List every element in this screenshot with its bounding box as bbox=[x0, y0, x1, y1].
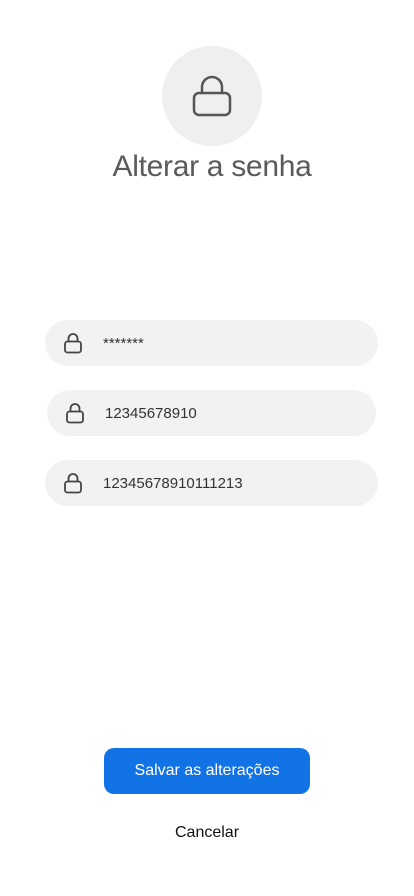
lock-icon bbox=[192, 75, 232, 117]
confirm-password-field[interactable] bbox=[45, 460, 378, 506]
lock-icon bbox=[45, 332, 101, 354]
new-password-input[interactable] bbox=[105, 390, 365, 436]
page-title: Alterar a senha bbox=[112, 150, 312, 183]
current-password-field[interactable] bbox=[45, 320, 378, 366]
header-lock-badge bbox=[162, 46, 262, 146]
lock-icon bbox=[45, 472, 101, 494]
save-changes-button[interactable]: Salvar as alterações bbox=[104, 748, 310, 794]
current-password-input[interactable] bbox=[103, 320, 363, 366]
cancel-button[interactable]: Cancelar bbox=[0, 824, 414, 842]
new-password-field[interactable] bbox=[47, 390, 376, 436]
confirm-password-input[interactable] bbox=[103, 460, 363, 506]
lock-icon bbox=[47, 402, 103, 424]
